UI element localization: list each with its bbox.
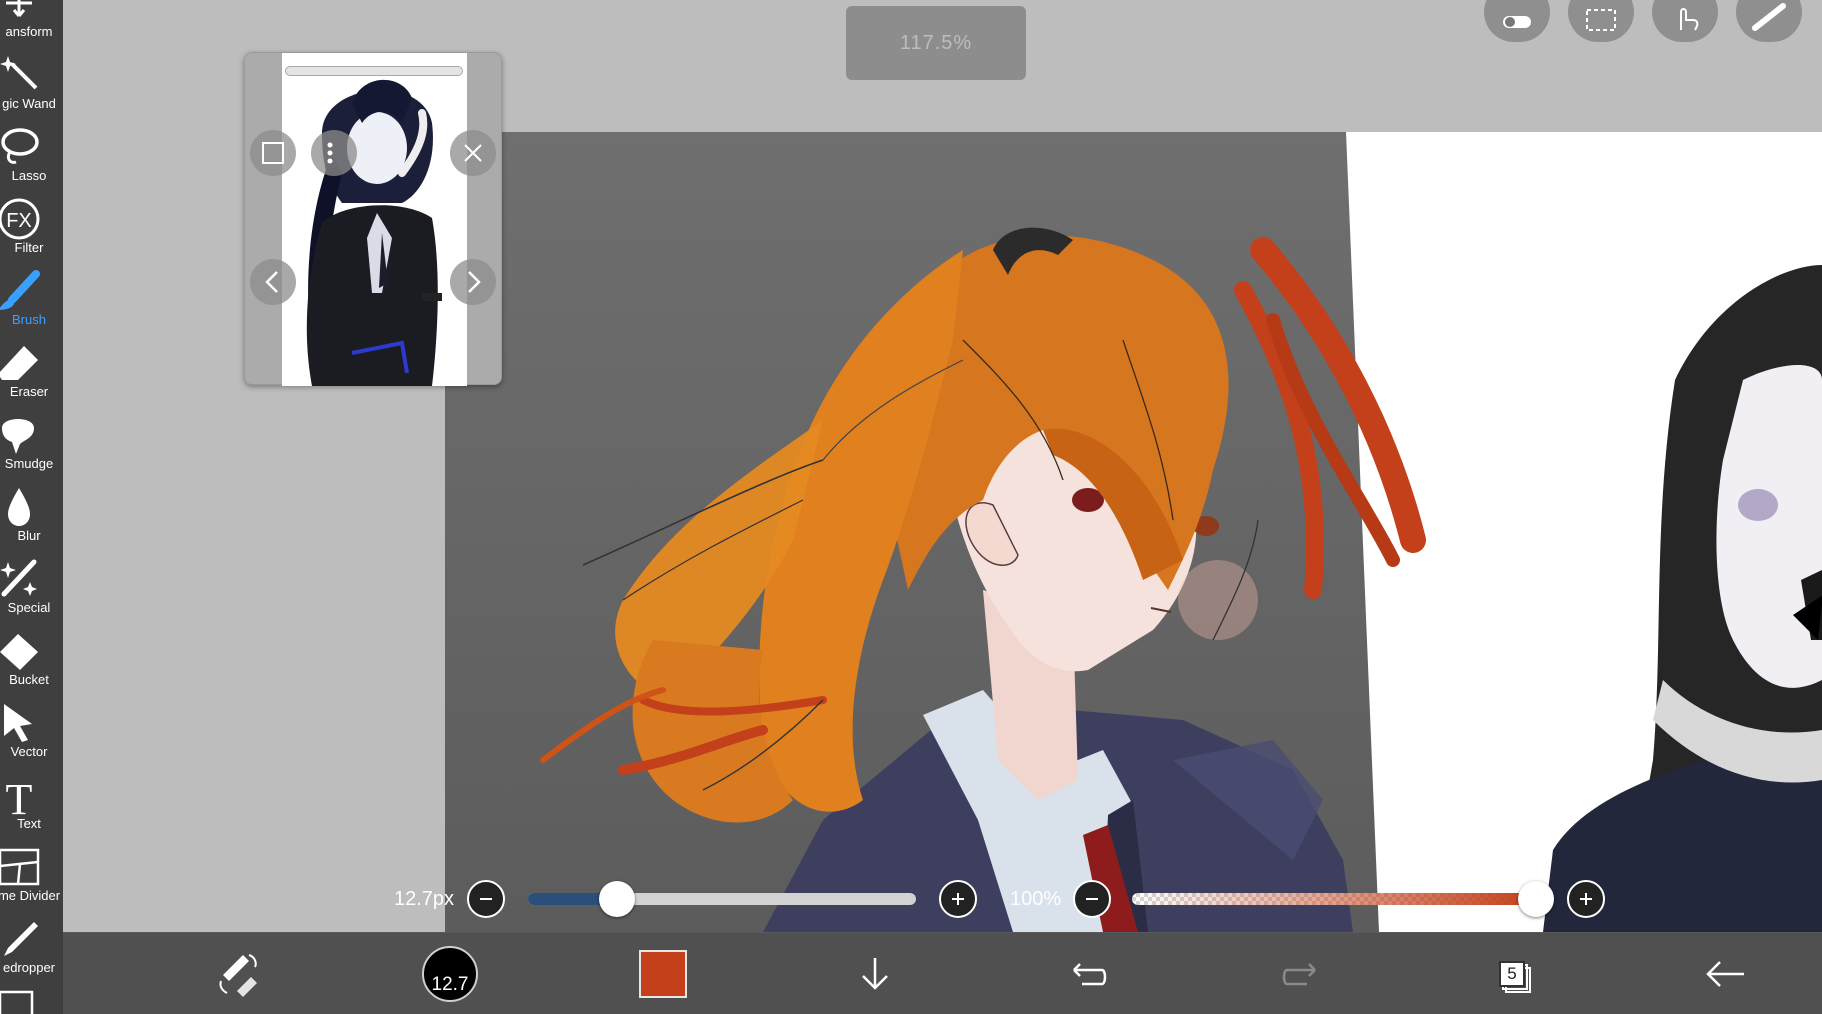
tool-brush[interactable]: Brush <box>0 266 63 338</box>
arrow-down-icon <box>862 958 888 990</box>
filter-fx-icon: FX <box>0 198 40 240</box>
zoom-level-indicator: 117.5% <box>846 6 1026 80</box>
tool-label: edropper <box>2 960 56 975</box>
brush-size-decrease-button[interactable] <box>467 880 505 918</box>
redo-button[interactable] <box>1266 933 1336 1014</box>
chevron-right-icon <box>468 271 481 293</box>
layers-button[interactable]: 5 <box>1478 933 1548 1014</box>
reference-scrollbar[interactable] <box>285 66 463 76</box>
tool-label: Eraser <box>9 384 49 399</box>
eraser-icon <box>0 346 38 380</box>
reference-next-button[interactable] <box>450 259 496 305</box>
reference-image <box>282 53 467 386</box>
tool-smudge[interactable]: Smudge <box>0 410 63 482</box>
canvas-tool-icon <box>0 990 34 1014</box>
reference-window[interactable] <box>244 52 502 386</box>
reference-close-button[interactable] <box>450 130 496 176</box>
tool-label: ansform <box>5 24 53 39</box>
opacity-slider[interactable] <box>1132 893 1536 905</box>
opacity-increase-button[interactable] <box>1567 880 1605 918</box>
opacity-gradient <box>1132 893 1536 905</box>
tool-next[interactable] <box>0 984 63 1014</box>
brush-size-slider[interactable] <box>528 893 916 905</box>
brush-size-button[interactable]: 12.7 <box>415 933 485 1014</box>
tool-magic-wand[interactable]: gic Wand <box>0 50 63 122</box>
reference-fit-button[interactable] <box>250 130 296 176</box>
close-icon <box>464 144 482 162</box>
swap-brush-eraser-button[interactable] <box>203 933 273 1014</box>
tool-transform[interactable]: ansform <box>0 0 63 50</box>
svg-text:T: T <box>6 775 33 816</box>
tool-label: Text <box>17 816 41 831</box>
swap-tools-icon <box>219 954 257 997</box>
layers-icon: 5 <box>1490 951 1536 997</box>
layer-count: 5 <box>1499 961 1525 987</box>
brush-icon <box>0 270 40 310</box>
square-icon <box>262 142 284 164</box>
tool-special[interactable]: Special <box>0 554 63 626</box>
tool-label: Smudge <box>4 456 54 471</box>
current-color-swatch <box>639 950 687 998</box>
tool-label: Brush <box>12 312 46 327</box>
tool-frame-divider[interactable]: me Divider <box>0 842 63 914</box>
magic-wand-icon <box>0 56 38 90</box>
back-button[interactable] <box>1690 933 1760 1014</box>
sparkle-brush-icon <box>0 559 37 597</box>
tool-label: Filter <box>14 240 44 255</box>
reference-previous-button[interactable] <box>250 259 296 305</box>
chevron-left-icon <box>265 271 278 293</box>
undo-icon <box>1073 963 1107 986</box>
tool-vector[interactable]: Vector <box>0 698 63 770</box>
color-picker-button[interactable] <box>628 933 698 1014</box>
tool-eyedropper[interactable]: edropper <box>0 914 63 986</box>
opacity-decrease-button[interactable] <box>1073 880 1111 918</box>
tool-label: Lasso <box>11 168 47 183</box>
brush-size-slider-knob[interactable] <box>599 881 636 917</box>
plus-icon <box>1580 893 1592 905</box>
plus-icon <box>952 893 964 905</box>
tool-label: me Divider <box>0 888 61 903</box>
tool-label: gic Wand <box>2 96 56 111</box>
dashed-rectangle-icon <box>1586 9 1616 31</box>
brush-size-label: 12.7px <box>394 888 455 910</box>
tool-text[interactable]: T Text <box>0 770 63 842</box>
redo-icon <box>1282 963 1316 986</box>
hand-pointer-icon <box>1680 8 1699 31</box>
tool-bucket[interactable]: Bucket <box>0 626 63 698</box>
tool-filter[interactable]: FX Filter <box>0 194 63 266</box>
ruler-icon <box>1752 3 1786 31</box>
lasso-icon <box>1 128 39 164</box>
tool-blur[interactable]: Blur <box>0 482 63 554</box>
tool-sidebar: ansform gic Wand Lasso FX Filter Brush E… <box>0 0 63 1014</box>
reference-menu-button[interactable] <box>311 130 357 176</box>
text-icon: T <box>6 775 33 816</box>
minus-icon <box>1086 898 1098 900</box>
toggle-switch-icon <box>1503 16 1531 28</box>
tool-lasso[interactable]: Lasso <box>0 122 63 194</box>
tool-label: Special <box>7 600 51 615</box>
layer-options-button[interactable] <box>840 933 910 1014</box>
eyedropper-icon <box>4 922 38 956</box>
smudge-finger-icon <box>2 419 34 454</box>
opacity-slider-knob[interactable] <box>1518 881 1554 917</box>
undo-button[interactable] <box>1053 933 1123 1014</box>
tool-label: Blur <box>17 528 41 543</box>
opacity-label: 100% <box>1010 888 1062 910</box>
cursor-arrow-icon <box>4 704 32 742</box>
app-screen: 117.5% ansform gic Wand Lasso FX Filter … <box>0 0 1822 1014</box>
tool-label: Bucket <box>9 672 49 687</box>
more-icon <box>327 142 333 164</box>
bottom-toolbar: 12.7 5 <box>63 932 1822 1014</box>
arrow-left-icon <box>1706 961 1744 987</box>
droplet-icon <box>8 488 30 526</box>
tool-eraser[interactable]: Eraser <box>0 338 63 410</box>
tool-label: Vector <box>10 744 48 759</box>
svg-text:FX: FX <box>6 210 32 232</box>
transform-icon <box>6 0 32 17</box>
brush-size-increase-button[interactable] <box>939 880 977 918</box>
brush-size-preview: 12.7 <box>422 946 478 1002</box>
paint-bucket-icon <box>0 634 38 670</box>
frame-divider-icon <box>0 848 40 886</box>
minus-icon <box>480 898 492 900</box>
